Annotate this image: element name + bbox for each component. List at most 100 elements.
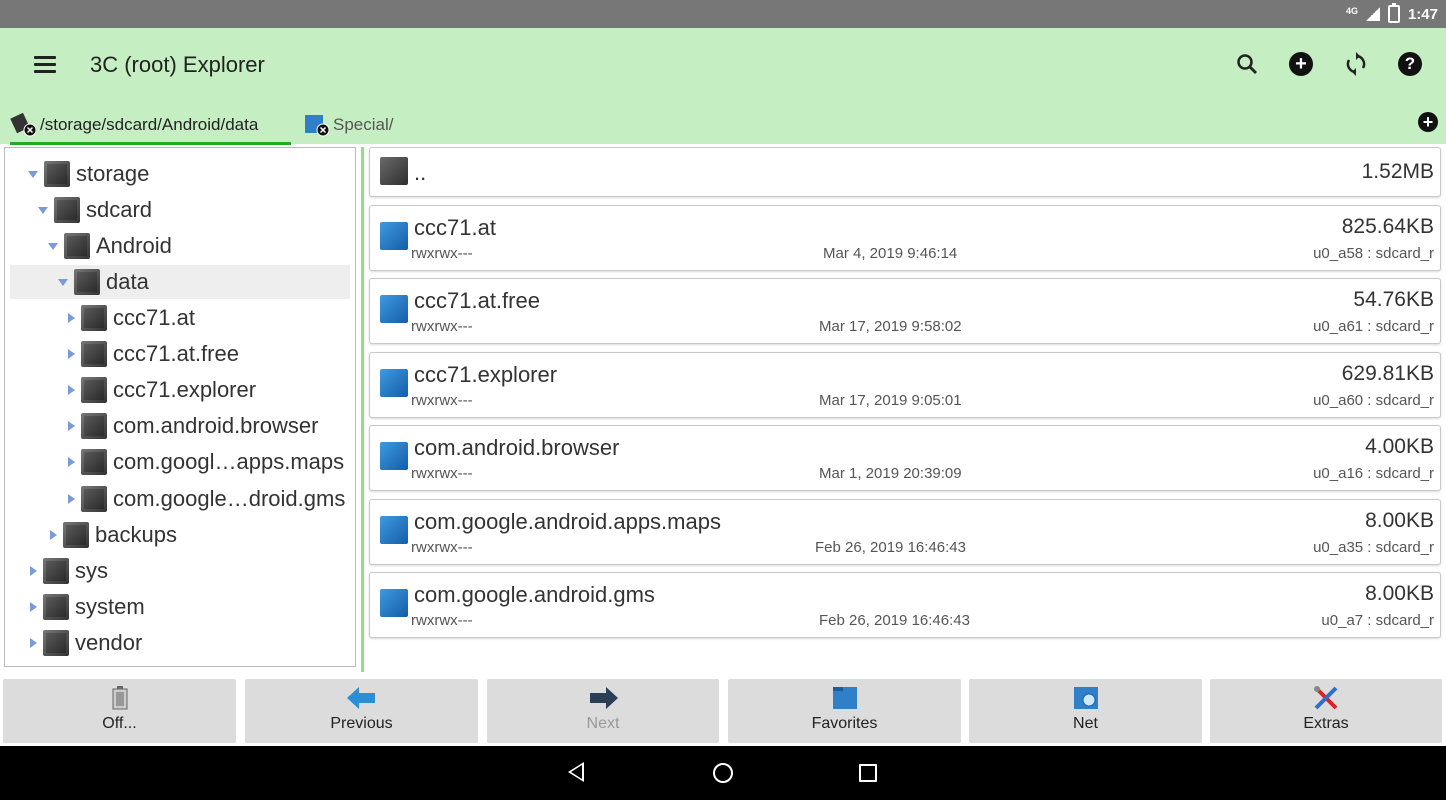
tree-item[interactable]: data	[10, 265, 350, 299]
expand-right-icon[interactable]	[50, 530, 57, 540]
folder-icon	[380, 157, 408, 185]
tree-item[interactable]: system	[28, 590, 145, 624]
file-row[interactable]: ccc71.explorer 629.81KB rwxrwx--- Mar 17, 2…	[369, 352, 1441, 418]
tree-item[interactable]: ccc71.at	[66, 301, 195, 335]
file-size: 1.52MB	[1361, 160, 1434, 183]
expand-right-icon[interactable]	[30, 566, 37, 576]
add-circle-icon[interactable]: +	[1287, 50, 1315, 78]
file-date: Feb 26, 2019 16:46:43	[815, 539, 966, 556]
expand-right-icon[interactable]	[30, 602, 37, 612]
tree-item[interactable]: com.android.browser	[66, 409, 318, 443]
file-owner: u0_a16 : sdcard_r	[1313, 465, 1434, 482]
extras-button[interactable]: Extras	[1210, 679, 1442, 743]
add-tab-icon[interactable]: +	[1418, 112, 1438, 132]
file-name: com.google.android.apps.maps	[414, 509, 721, 534]
tree-item[interactable]: com.googl…apps.maps	[66, 445, 344, 479]
folder-icon	[380, 442, 408, 470]
search-icon[interactable]	[1233, 50, 1261, 78]
folder-icon	[43, 594, 69, 620]
tree-item-label: com.googl…apps.maps	[113, 449, 345, 474]
signal-icon	[1365, 7, 1380, 21]
file-permissions: rwxrwx---	[411, 465, 473, 482]
expand-down-icon[interactable]	[38, 206, 48, 214]
expand-down-icon[interactable]	[48, 242, 58, 250]
file-date: Mar 17, 2019 9:58:02	[819, 318, 962, 335]
expand-down-icon[interactable]	[58, 278, 68, 286]
file-date: Mar 17, 2019 9:05:01	[819, 392, 962, 409]
file-permissions: rwxrwx---	[411, 392, 473, 409]
tree-item[interactable]: vendor	[28, 626, 142, 660]
folder-icon	[81, 341, 107, 367]
file-permissions: rwxrwx---	[411, 612, 473, 629]
refresh-icon[interactable]	[1342, 50, 1370, 78]
off-button[interactable]: Off...	[3, 679, 236, 743]
net-button[interactable]: Net	[969, 679, 1202, 743]
tree-item-label: sdcard	[86, 197, 153, 222]
expand-right-icon[interactable]	[68, 349, 75, 359]
tree-item-label: vendor	[75, 630, 143, 655]
expand-right-icon[interactable]	[68, 494, 75, 504]
status-bar: 4G 1:47	[0, 0, 1446, 28]
network-folder-icon	[1071, 685, 1101, 711]
file-name: com.android.browser	[414, 435, 620, 460]
panel-splitter[interactable]	[361, 147, 364, 672]
tree-item-label: backups	[95, 522, 177, 547]
tab-path-data[interactable]: /storage/sdcard/Android/data	[10, 108, 291, 145]
folder-icon	[54, 197, 80, 223]
file-size: 825.64KB	[1341, 215, 1434, 238]
parent-dir-row[interactable]: .. 1.52MB	[369, 147, 1441, 197]
tree-item[interactable]: storage	[28, 157, 149, 191]
expand-right-icon[interactable]	[68, 421, 75, 431]
recents-icon[interactable]	[859, 764, 877, 782]
expand-right-icon[interactable]	[68, 457, 75, 467]
tree-item[interactable]: ccc71.explorer	[66, 373, 256, 407]
file-owner: u0_a58 : sdcard_r	[1313, 245, 1434, 262]
folder-icon	[380, 516, 408, 544]
next-button[interactable]: Next	[487, 679, 719, 743]
menu-icon[interactable]	[34, 56, 56, 73]
expand-right-icon[interactable]	[68, 313, 75, 323]
sdcard-icon	[10, 112, 37, 137]
file-name: com.google.android.gms	[414, 582, 655, 607]
tree-item-label: data	[106, 269, 149, 294]
tree-item-label: ccc71.explorer	[113, 377, 257, 402]
tree-item-label: ccc71.at.free	[113, 341, 239, 366]
folder-icon	[81, 486, 107, 512]
file-row[interactable]: ccc71.at.free 54.76KB rwxrwx--- Mar 17, 201…	[369, 278, 1441, 344]
home-icon[interactable]	[713, 763, 733, 783]
tree-item-label: storage	[76, 161, 150, 186]
tree-item[interactable]: Android	[48, 229, 172, 263]
expand-right-icon[interactable]	[68, 385, 75, 395]
folder-icon	[43, 630, 69, 656]
tree-item[interactable]: com.google…droid.gms	[66, 482, 345, 516]
file-row[interactable]: com.google.android.gms 8.00KB rwxrwx--- Feb…	[369, 572, 1441, 638]
expand-right-icon[interactable]	[30, 638, 37, 648]
file-owner: u0_a35 : sdcard_r	[1313, 539, 1434, 556]
app-title: 3C (root) Explorer	[90, 52, 265, 77]
tree-item[interactable]: backups	[48, 518, 177, 552]
folder-icon	[380, 589, 408, 617]
folder-icon	[380, 222, 408, 250]
file-permissions: rwxrwx---	[411, 318, 473, 335]
file-name: ccc71.explorer	[414, 362, 558, 387]
file-name: ccc71.at	[414, 215, 496, 240]
expand-down-icon[interactable]	[28, 170, 38, 178]
file-size: 629.81KB	[1341, 362, 1434, 385]
tree-item-label: com.android.browser	[113, 413, 319, 438]
tree-item[interactable]: ccc71.at.free	[66, 337, 239, 371]
clock: 1:47	[1407, 5, 1438, 23]
tab-special[interactable]: Special/	[303, 108, 393, 142]
file-row[interactable]: ccc71.at 825.64KB rwxrwx--- Mar 4, 2019 9:4…	[369, 205, 1441, 271]
help-icon[interactable]: ?	[1396, 50, 1424, 78]
file-name: ccc71.at.free	[414, 288, 540, 313]
previous-button[interactable]: Previous	[245, 679, 478, 743]
tree-item[interactable]: sdcard	[38, 193, 152, 227]
folder-icon	[81, 413, 107, 439]
tree-item[interactable]: sys	[28, 554, 108, 588]
back-icon[interactable]	[568, 762, 584, 782]
file-owner: u0_a61 : sdcard_r	[1313, 318, 1434, 335]
favorites-button[interactable]: Favorites	[728, 679, 961, 743]
file-row[interactable]: com.google.android.apps.maps 8.00KB rwxrwx…	[369, 499, 1441, 565]
file-row[interactable]: com.android.browser 4.00KB rwxrwx--- Mar 1,…	[369, 425, 1441, 491]
folder-icon	[81, 377, 107, 403]
